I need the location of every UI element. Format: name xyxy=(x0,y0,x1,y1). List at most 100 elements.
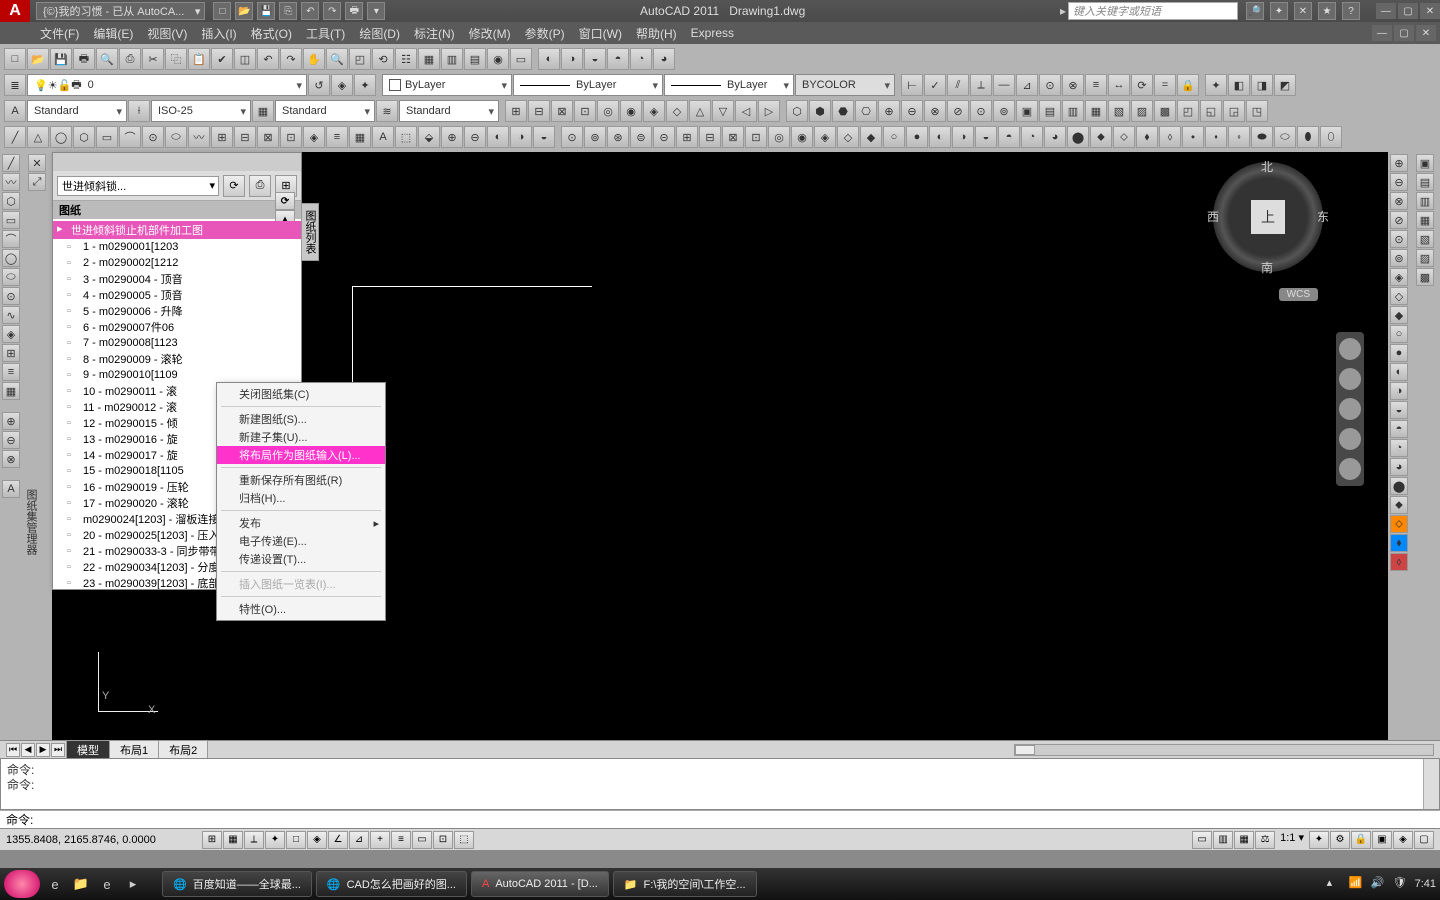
palette-publish-icon[interactable]: ⎙ xyxy=(249,175,271,197)
anno-scale[interactable]: 1:1 ▾ xyxy=(1276,831,1308,849)
annoscale-icon[interactable]: ⚖ xyxy=(1255,831,1275,849)
d30-icon[interactable]: ⊞ xyxy=(676,126,698,148)
d8-icon[interactable]: ⬭ xyxy=(165,126,187,148)
task-cad-help[interactable]: 🌐CAD怎么把画好的图... xyxy=(316,871,467,897)
ortho-toggle[interactable]: ⟂ xyxy=(244,831,264,849)
rv6-icon[interactable]: ⊚ xyxy=(1390,249,1408,267)
d25-icon[interactable]: ⊙ xyxy=(561,126,583,148)
mk-icon[interactable]: ◉ xyxy=(487,48,509,70)
command-input[interactable]: 命令: xyxy=(0,810,1440,828)
rv3-icon[interactable]: ⊗ xyxy=(1390,192,1408,210)
nav-wheel-icon[interactable] xyxy=(1339,338,1361,360)
vl15-icon[interactable]: ⊖ xyxy=(2,431,20,449)
r3-31-icon[interactable]: ◱ xyxy=(1200,100,1222,122)
d36-icon[interactable]: ◈ xyxy=(814,126,836,148)
c16-icon[interactable]: ◨ xyxy=(1251,74,1273,96)
vl7-icon[interactable]: ⬭ xyxy=(2,268,20,286)
rv22-icon[interactable]: ⬨ xyxy=(1390,553,1408,571)
pin-ie2-icon[interactable]: e xyxy=(96,873,118,895)
sc-toggle[interactable]: ⬚ xyxy=(454,831,474,849)
r3-25-icon[interactable]: ▥ xyxy=(1062,100,1084,122)
rv19-icon[interactable]: ⬥ xyxy=(1390,496,1408,514)
task-baidu[interactable]: 🌐百度知道——全球最... xyxy=(162,871,312,897)
d31-icon[interactable]: ⊟ xyxy=(699,126,721,148)
tree-item[interactable]: 1 - m0290001[1203 xyxy=(53,239,301,255)
palette-pin-icon[interactable]: ⤢ xyxy=(28,173,46,191)
vl10-icon[interactable]: ◈ xyxy=(2,325,20,343)
d38-icon[interactable]: ◆ xyxy=(860,126,882,148)
vl12-icon[interactable]: ≡ xyxy=(2,363,20,381)
viewcube-face[interactable]: 上 xyxy=(1251,200,1285,234)
rv7-icon[interactable]: ◈ xyxy=(1390,268,1408,286)
tree-item[interactable]: 5 - m0290006 - 升降 xyxy=(53,303,301,319)
key-icon[interactable]: ✦ xyxy=(1270,2,1288,20)
tab-layout2[interactable]: 布局2 xyxy=(158,740,208,759)
nav-show-icon[interactable] xyxy=(1339,458,1361,480)
tb-a-icon[interactable]: ◐ xyxy=(538,48,560,70)
d47-icon[interactable]: ⬤ xyxy=(1067,126,1089,148)
isolate-icon[interactable]: ◈ xyxy=(1393,831,1413,849)
pin-explorer-icon[interactable]: 📁 xyxy=(70,873,92,895)
menu-edit[interactable]: 编辑(E) xyxy=(93,25,133,42)
c8-icon[interactable]: ⊗ xyxy=(1062,74,1084,96)
minimize-button[interactable]: — xyxy=(1376,3,1396,19)
star-icon[interactable]: ★ xyxy=(1318,2,1336,20)
rv2-6-icon[interactable]: ▨ xyxy=(1416,249,1434,267)
grid-toggle[interactable]: ▦ xyxy=(223,831,243,849)
tb-d-icon[interactable]: ◓ xyxy=(607,48,629,70)
menu-draw[interactable]: 绘图(D) xyxy=(359,25,400,42)
tray-vol-icon[interactable]: 🔊 xyxy=(1371,876,1387,892)
cmd-scrollbar[interactable] xyxy=(1423,759,1439,809)
qat-redo-icon[interactable]: ↷ xyxy=(323,2,341,20)
task-explorer[interactable]: 📁F:\我的空间\工作空... xyxy=(613,871,757,897)
tb-c-icon[interactable]: ◒ xyxy=(584,48,606,70)
vl2-icon[interactable]: 〰 xyxy=(2,173,20,191)
d32-icon[interactable]: ⊠ xyxy=(722,126,744,148)
block-icon[interactable]: ◫ xyxy=(234,48,256,70)
layer-mgr-icon[interactable]: ≣ xyxy=(4,74,26,96)
new-icon[interactable]: □ xyxy=(4,48,26,70)
context-item[interactable]: 重新保存所有图纸(R) xyxy=(217,471,385,489)
dc-icon[interactable]: ▦ xyxy=(418,48,440,70)
d5-icon[interactable]: ▭ xyxy=(96,126,118,148)
r3-9-icon[interactable]: △ xyxy=(689,100,711,122)
tab-nav-last[interactable]: ⏭ xyxy=(51,743,65,757)
r3-22-icon[interactable]: ⊚ xyxy=(993,100,1015,122)
pin-ie-icon[interactable]: e xyxy=(44,873,66,895)
menu-express[interactable]: Express xyxy=(691,26,734,40)
rv2-4-icon[interactable]: ▦ xyxy=(1416,211,1434,229)
d35-icon[interactable]: ◉ xyxy=(791,126,813,148)
lineweight-combo[interactable]: ByLayer xyxy=(664,74,794,96)
tree-item[interactable]: 9 - m0290010[1109 xyxy=(53,367,301,383)
zoom-icon[interactable]: 🔍 xyxy=(326,48,348,70)
tab-nav-first[interactable]: ⏮ xyxy=(6,743,20,757)
vl4-icon[interactable]: ▭ xyxy=(2,211,20,229)
qp-toggle[interactable]: ⊡ xyxy=(433,831,453,849)
rv4-icon[interactable]: ⊘ xyxy=(1390,211,1408,229)
d44-icon[interactable]: ◓ xyxy=(998,126,1020,148)
exchange-icon[interactable]: ✕ xyxy=(1294,2,1312,20)
osnap-toggle[interactable]: □ xyxy=(286,831,306,849)
binoculars-icon[interactable]: 🔎 xyxy=(1246,2,1264,20)
polar-toggle[interactable]: ✦ xyxy=(265,831,285,849)
qv-layouts[interactable]: ▥ xyxy=(1213,831,1233,849)
d55-icon[interactable]: ⬬ xyxy=(1251,126,1273,148)
d26-icon[interactable]: ⊚ xyxy=(584,126,606,148)
start-button[interactable] xyxy=(4,870,40,898)
rv18-icon[interactable]: ⬤ xyxy=(1390,477,1408,495)
r3-30-icon[interactable]: ◰ xyxy=(1177,100,1199,122)
tray-clock[interactable]: 7:41 xyxy=(1415,878,1436,890)
d51-icon[interactable]: ⬨ xyxy=(1159,126,1181,148)
maximize-button[interactable]: ▢ xyxy=(1398,3,1418,19)
d48-icon[interactable]: ⬥ xyxy=(1090,126,1112,148)
c11-icon[interactable]: ⟳ xyxy=(1131,74,1153,96)
context-item[interactable]: 将布局作为图纸输入(L)... xyxy=(217,446,385,464)
r3-20-icon[interactable]: ⊘ xyxy=(947,100,969,122)
menu-modify[interactable]: 修改(M) xyxy=(469,25,511,42)
copy-icon[interactable]: ⿻ xyxy=(165,48,187,70)
tray-flag-icon[interactable]: ▴ xyxy=(1327,876,1343,892)
tree-item[interactable]: 2 - m0290002[1212 xyxy=(53,255,301,271)
r3-27-icon[interactable]: ▧ xyxy=(1108,100,1130,122)
c6-icon[interactable]: ⊿ xyxy=(1016,74,1038,96)
qat-more-icon[interactable]: ▾ xyxy=(367,2,385,20)
